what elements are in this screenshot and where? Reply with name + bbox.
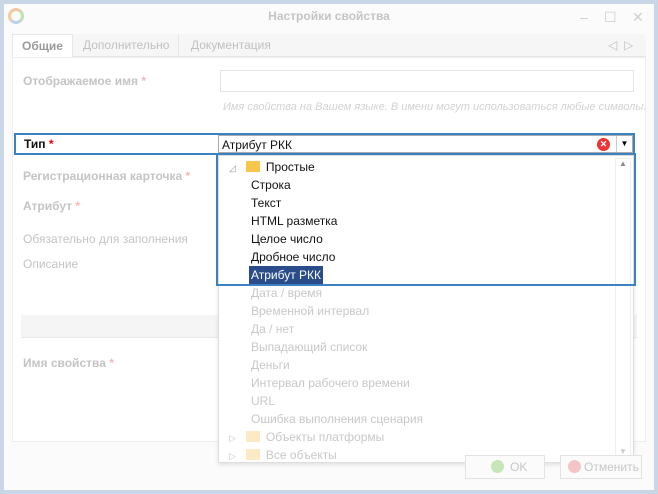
required-label: Обязательно для заполнения: [23, 232, 188, 246]
clear-icon[interactable]: ✕: [597, 138, 610, 151]
ok-button[interactable]: OK: [465, 455, 545, 479]
list-item[interactable]: Интервал рабочего времени: [251, 374, 410, 392]
folder-icon: [245, 449, 260, 460]
type-select[interactable]: Атрибут РКК ✕ ▼: [218, 135, 633, 153]
display-name-label: Отображаемое имя *: [23, 74, 146, 88]
cancel-icon: [568, 460, 581, 473]
list-item[interactable]: Дата / время: [251, 284, 322, 302]
type-label: Тип *: [24, 137, 54, 151]
cancel-button[interactable]: Отменить: [560, 455, 642, 479]
expand-icon[interactable]: ▷: [229, 433, 236, 443]
dropdown-highlight: [216, 153, 636, 286]
tab-additional[interactable]: Дополнительно: [74, 34, 180, 57]
expand-icon[interactable]: ▷: [229, 451, 236, 461]
attribute-label: Атрибут *: [23, 199, 81, 213]
list-item[interactable]: Да / нет: [251, 320, 294, 338]
list-item[interactable]: Выпадающий список: [251, 338, 367, 356]
tab-next-icon[interactable]: ▷: [624, 34, 633, 57]
folder-icon: [245, 431, 260, 442]
chevron-down-icon[interactable]: ▼: [616, 136, 632, 152]
reg-card-label: Регистрационная карточка *: [23, 169, 191, 183]
minimize-button[interactable]: –: [580, 9, 588, 25]
window-title: Настройки свойства: [268, 9, 390, 23]
group-platform-objects[interactable]: ▷ Объекты платформы: [229, 428, 384, 446]
check-icon: [491, 460, 504, 473]
maximize-button[interactable]: ☐: [604, 9, 617, 26]
tab-bar: Общие Дополнительно Документация ◁ ▷: [12, 34, 646, 57]
description-label: Описание: [23, 257, 79, 271]
list-item[interactable]: Временной интервал: [251, 302, 369, 320]
list-item[interactable]: Деньги: [251, 356, 290, 374]
tab-general[interactable]: Общие: [12, 34, 73, 57]
type-row-highlight: Тип * Атрибут РКК ✕ ▼: [14, 133, 635, 155]
group-all-objects[interactable]: ▷ Все объекты: [229, 446, 337, 462]
display-name-input[interactable]: [220, 70, 634, 92]
display-name-hint: Имя свойства на Вашем языке. В имени мог…: [223, 101, 647, 113]
tab-documentation[interactable]: Документация: [182, 34, 280, 57]
list-item[interactable]: Ошибка выполнения сценария: [251, 410, 423, 428]
tab-prev-icon[interactable]: ◁: [608, 34, 617, 57]
property-settings-dialog: Настройки свойства – ☐ ✕ Общие Дополните…: [4, 4, 654, 490]
close-button[interactable]: ✕: [632, 9, 644, 26]
list-item[interactable]: URL: [251, 392, 275, 410]
property-name-label: Имя свойства *: [23, 356, 114, 370]
type-select-value: Атрибут РКК: [222, 138, 293, 152]
